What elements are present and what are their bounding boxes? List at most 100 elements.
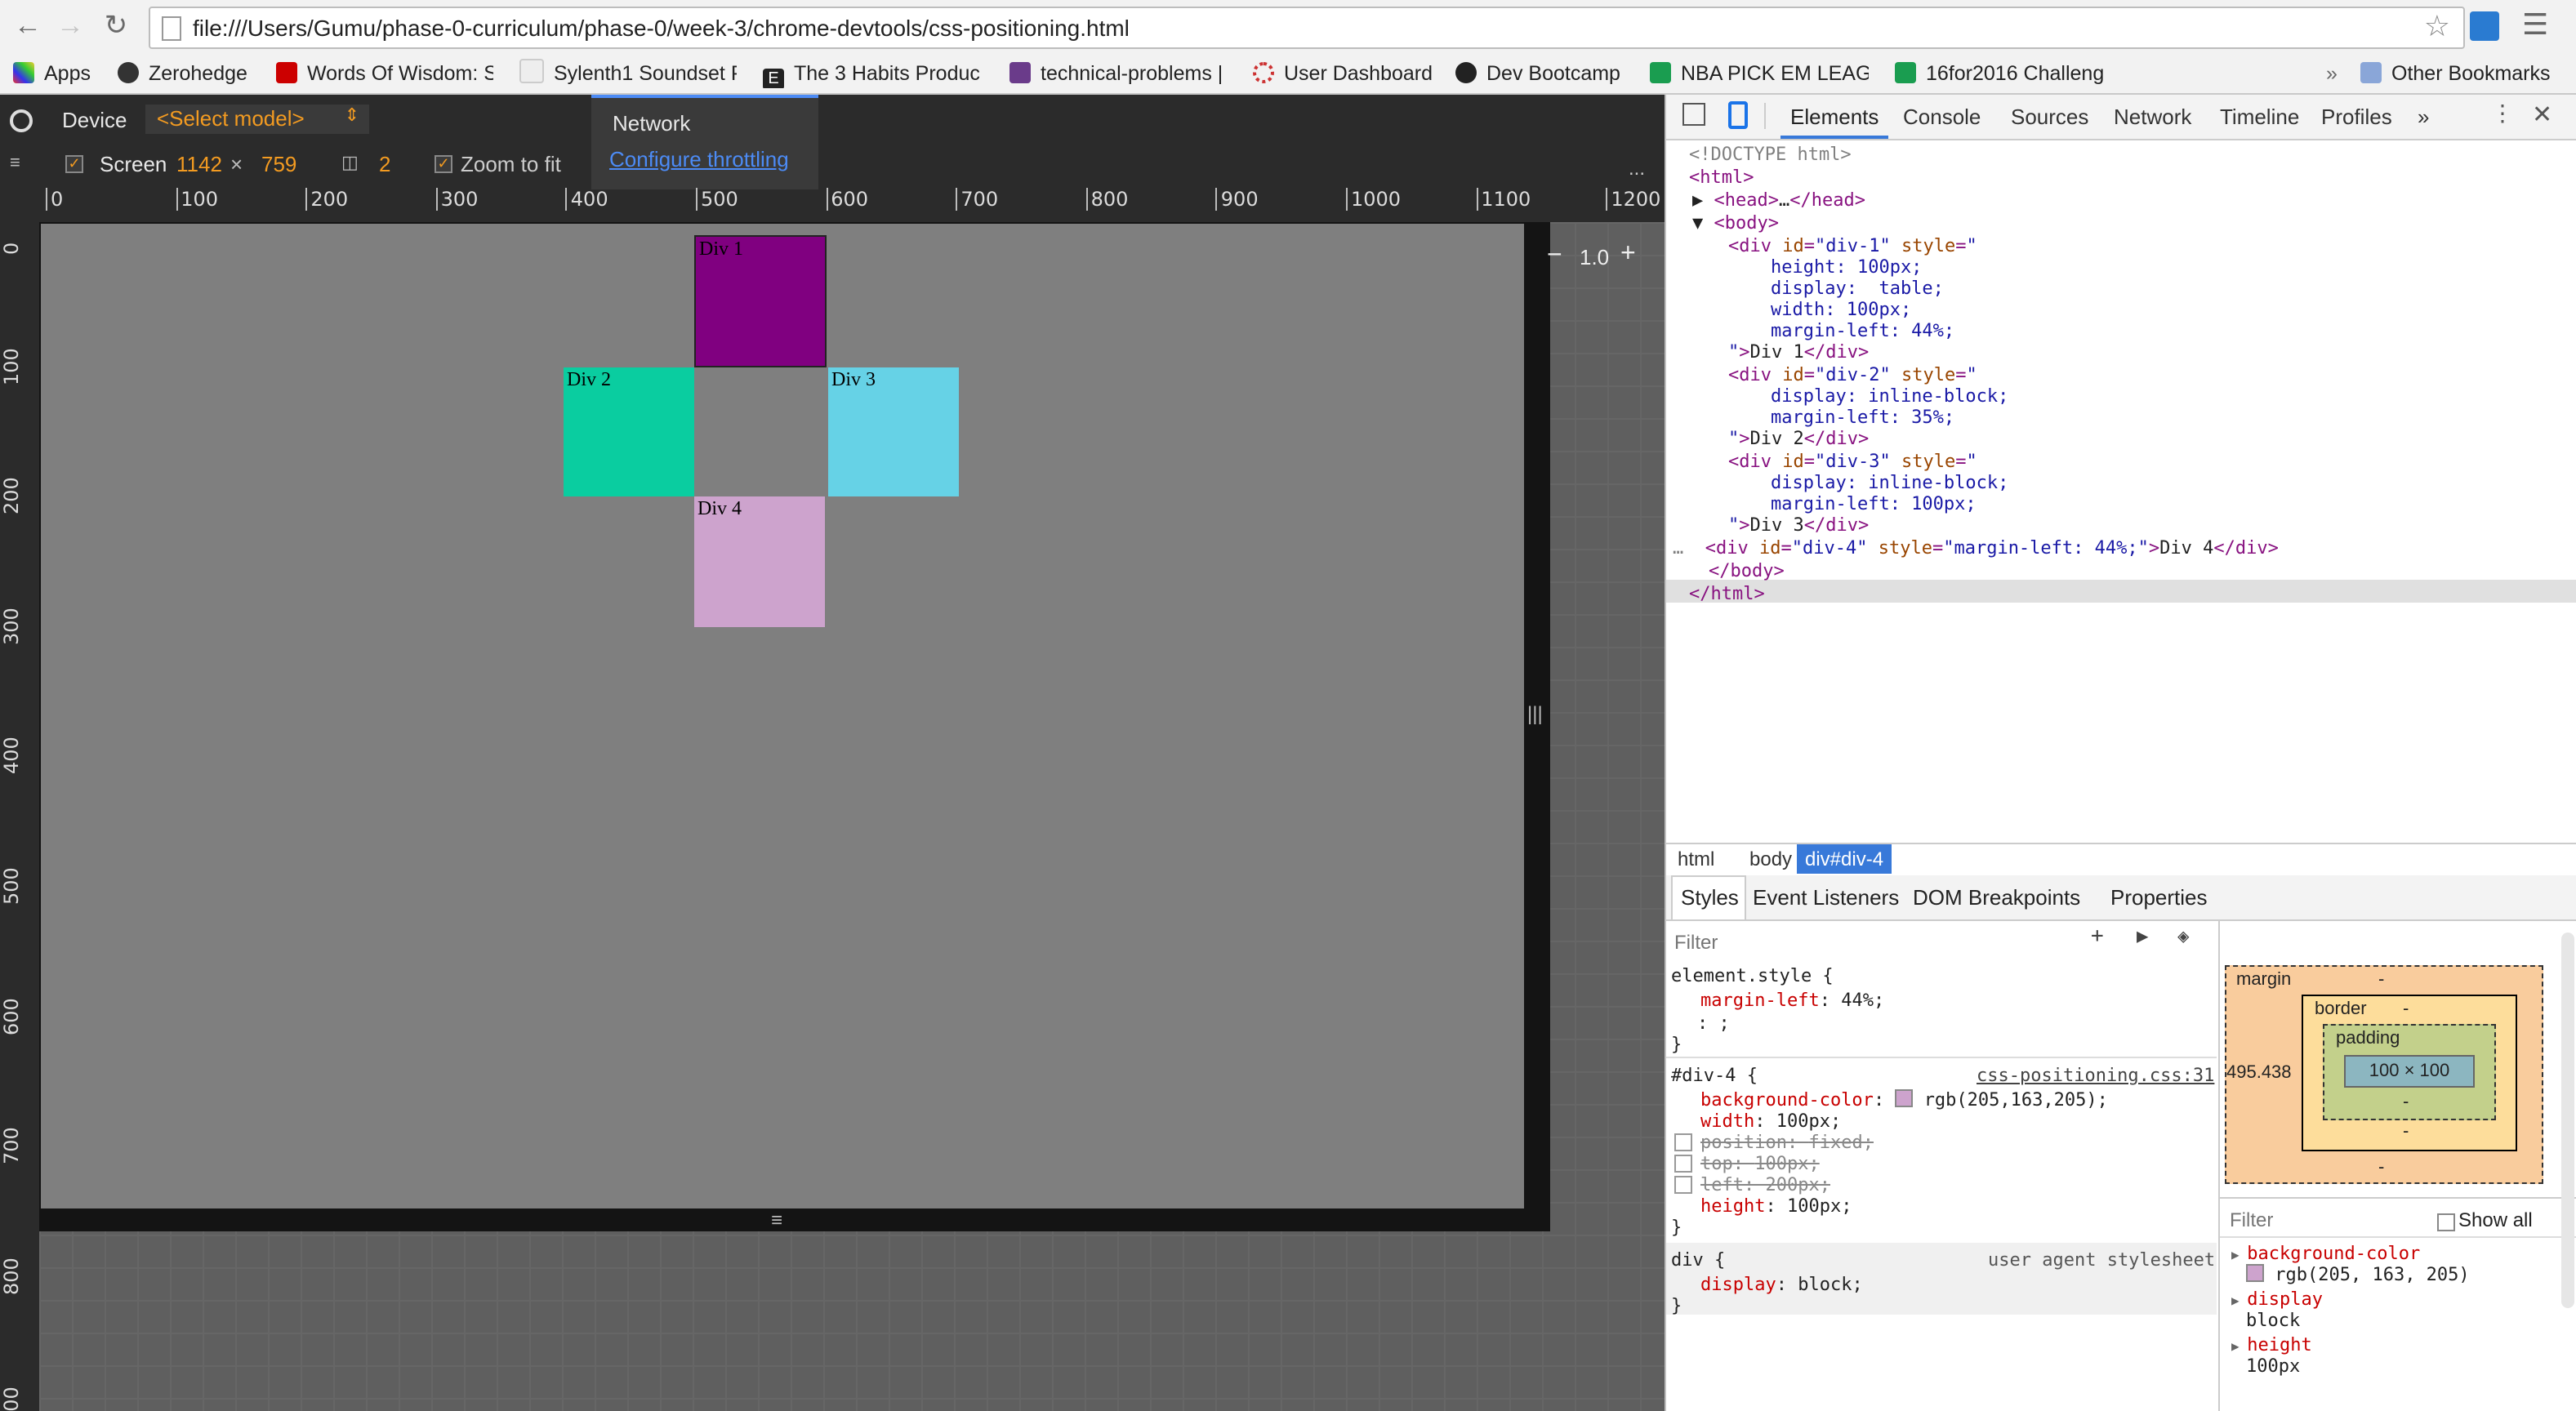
div-1-node[interactable]: <div id="div-1" style="	[1728, 235, 1977, 256]
screen-checkbox[interactable]: ✓	[65, 155, 83, 173]
device-model-select[interactable]: <Select model> ⇕	[145, 105, 369, 134]
zoom-out-icon[interactable]: −	[1547, 242, 1562, 271]
back-arrow-icon[interactable]: ←	[10, 8, 46, 44]
device-mode-toolbar: ≡ Device <Select model> ⇕ ✓ Screen 1142 …	[0, 95, 1665, 189]
address-bar[interactable]: file:///Users/Gumu/phase-0-curriculum/ph…	[149, 7, 2465, 49]
body-node[interactable]: ▼ <body>	[1692, 212, 1779, 234]
box-model: margin - 495.438 - border - padding 100 …	[2218, 919, 2576, 1411]
bookmark-technical-problems[interactable]: technical-problems |	[1009, 59, 1227, 88]
reload-icon[interactable]: ↻	[98, 8, 134, 44]
menu-icon[interactable]: ☰	[2522, 8, 2548, 42]
ruler-x-tick: 1000	[1346, 188, 1401, 211]
tab-profiles[interactable]: Profiles	[2321, 105, 2392, 129]
inspect-element-icon[interactable]	[1682, 103, 1705, 126]
screen-label: Screen	[100, 152, 167, 176]
resize-handle-bottom-icon[interactable]: ≡	[771, 1208, 782, 1231]
css-rule-position[interactable]: position: fixed;	[1700, 1132, 1874, 1153]
computed-item[interactable]: ▶ background-color	[2231, 1243, 2420, 1264]
forward-arrow-icon[interactable]: →	[52, 8, 88, 44]
div-3[interactable]: Div 3	[828, 367, 959, 496]
tab-dom-breakpoints[interactable]: DOM Breakpoints	[1913, 885, 2080, 910]
computed-item[interactable]: ▶ height	[2231, 1334, 2312, 1355]
tab-timeline[interactable]: Timeline	[2220, 105, 2299, 129]
bookmarks-overflow-icon[interactable]: »	[2326, 59, 2338, 88]
tab-elements[interactable]: Elements	[1790, 105, 1879, 129]
color-format-icon[interactable]: ◈	[2177, 924, 2189, 947]
extension-icon[interactable]	[2470, 11, 2499, 41]
media-queries-icon[interactable]: ≡	[10, 154, 20, 173]
css-rule-left[interactable]: left: 200px;	[1700, 1174, 1830, 1195]
div-2[interactable]: Div 2	[564, 367, 694, 496]
customize-menu-icon[interactable]: ⋮	[2491, 100, 2514, 127]
computed-item[interactable]: ▶ display	[2231, 1289, 2323, 1310]
tab-network[interactable]: Network	[2114, 105, 2191, 129]
color-swatch[interactable]	[1895, 1089, 1914, 1107]
style-edit-field[interactable]: : ;	[1697, 1013, 1730, 1034]
bookmark-dev-bootcamp[interactable]: Dev Bootcamp	[1455, 59, 1620, 88]
padding-label: padding	[2336, 1029, 2400, 1048]
screen-height-input[interactable]: 759	[261, 152, 296, 176]
border-bottom-value: -	[2403, 1122, 2409, 1142]
zoom-in-icon[interactable]: +	[1620, 240, 1636, 269]
show-all-checkbox[interactable]	[2437, 1213, 2455, 1231]
device-mode-icon[interactable]	[1728, 101, 1748, 129]
margin-left-value[interactable]: 495.438	[2226, 1063, 2292, 1083]
doctype-node[interactable]: <!DOCTYPE html>	[1689, 144, 1852, 165]
bookmark-zerohedge[interactable]: Zerohedge	[118, 59, 247, 88]
crumb-body[interactable]: body	[1749, 848, 1792, 870]
screen-width-input[interactable]: 1142	[176, 152, 222, 176]
bookmark-16for2016[interactable]: 16for2016 Challeng	[1895, 59, 2115, 88]
bookmark-star-icon[interactable]: ☆	[2424, 10, 2450, 44]
css-rule-background-color[interactable]: background-color: rgb(205,163,205);	[1700, 1089, 2108, 1111]
no-emulation-icon[interactable]	[10, 109, 33, 132]
property-checkbox[interactable]	[1674, 1176, 1692, 1194]
content-box[interactable]: 100 × 100	[2344, 1055, 2475, 1088]
close-icon[interactable]: ✕	[2532, 100, 2552, 129]
div-4[interactable]: Div 4	[694, 496, 825, 627]
configure-throttling-link[interactable]: Configure throttling	[609, 147, 789, 171]
more-tabs-icon[interactable]: »	[2418, 105, 2429, 129]
element-style-selector[interactable]: element.style {	[1671, 965, 1834, 986]
css-rule-top[interactable]: top: 100px;	[1700, 1153, 1820, 1174]
div-4-selector[interactable]: #div-4 {	[1671, 1065, 1758, 1086]
bookmark-nba-pick-em[interactable]: NBA PICK EM LEAGU	[1650, 59, 1869, 88]
div-3-node[interactable]: <div id="div-3" style="	[1728, 451, 1977, 472]
zoom-to-fit-checkbox[interactable]: ✓	[435, 155, 452, 173]
bookmark-apps[interactable]: Apps	[13, 59, 91, 88]
resize-handle-right-icon[interactable]: |||	[1527, 702, 1543, 725]
html-node[interactable]: <html>	[1689, 167, 1754, 188]
bookmark-sylenth1[interactable]: Sylenth1 Soundset P	[519, 59, 737, 88]
toggle-element-state-icon[interactable]: ▶	[2137, 924, 2148, 947]
scrollbar[interactable]	[2561, 933, 2574, 1308]
stylesheet-link[interactable]: css-positioning.css:31	[1977, 1065, 2214, 1086]
property-checkbox[interactable]	[1674, 1155, 1692, 1173]
new-style-rule-icon[interactable]: +	[2091, 924, 2104, 949]
bookmark-label: 16for2016 Challeng	[1926, 62, 2105, 85]
tab-properties[interactable]: Properties	[2110, 885, 2208, 910]
styles-filter-input[interactable]	[1671, 929, 2070, 955]
address-bar-url[interactable]: file:///Users/Gumu/phase-0-curriculum/ph…	[193, 15, 1130, 41]
margin-bottom-value: -	[2378, 1158, 2385, 1177]
div-2-node[interactable]: <div id="div-2" style="	[1728, 364, 1977, 385]
crumb-div-4[interactable]: div#div-4	[1797, 844, 1892, 874]
device-pixel-ratio-input[interactable]: 2	[379, 152, 390, 176]
tab-styles[interactable]: Styles	[1681, 885, 1739, 910]
tab-event-listeners[interactable]: Event Listeners	[1753, 885, 1899, 910]
computed-filter-input[interactable]	[2226, 1207, 2413, 1233]
div-4-node[interactable]: … <div id="div-4" style="margin-left: 44…	[1673, 537, 2279, 559]
property-checkbox[interactable]	[1674, 1133, 1692, 1151]
element-style-rule[interactable]: margin-left: 44%;	[1700, 990, 1884, 1011]
head-node[interactable]: ▶ <head>…</head>	[1692, 189, 1865, 211]
bookmark-3-habits[interactable]: E The 3 Habits Produc	[763, 59, 983, 88]
body-close: </body>	[1709, 560, 1785, 581]
bookmark-words-of-wisdom[interactable]: Words Of Wisdom: S	[276, 59, 493, 88]
div-1[interactable]: Div 1	[694, 235, 827, 367]
other-bookmarks[interactable]: Other Bookmarks	[2360, 59, 2551, 88]
css-rule-height[interactable]: height: 100px;	[1700, 1195, 1852, 1217]
tab-console[interactable]: Console	[1903, 105, 1981, 129]
bookmark-user-dashboard[interactable]: User Dashboard	[1253, 59, 1433, 88]
tab-sources[interactable]: Sources	[2011, 105, 2088, 129]
crumb-html[interactable]: html	[1678, 848, 1714, 870]
more-options-icon[interactable]: ...	[1629, 157, 1645, 180]
css-rule-width[interactable]: width: 100px;	[1700, 1111, 1841, 1132]
